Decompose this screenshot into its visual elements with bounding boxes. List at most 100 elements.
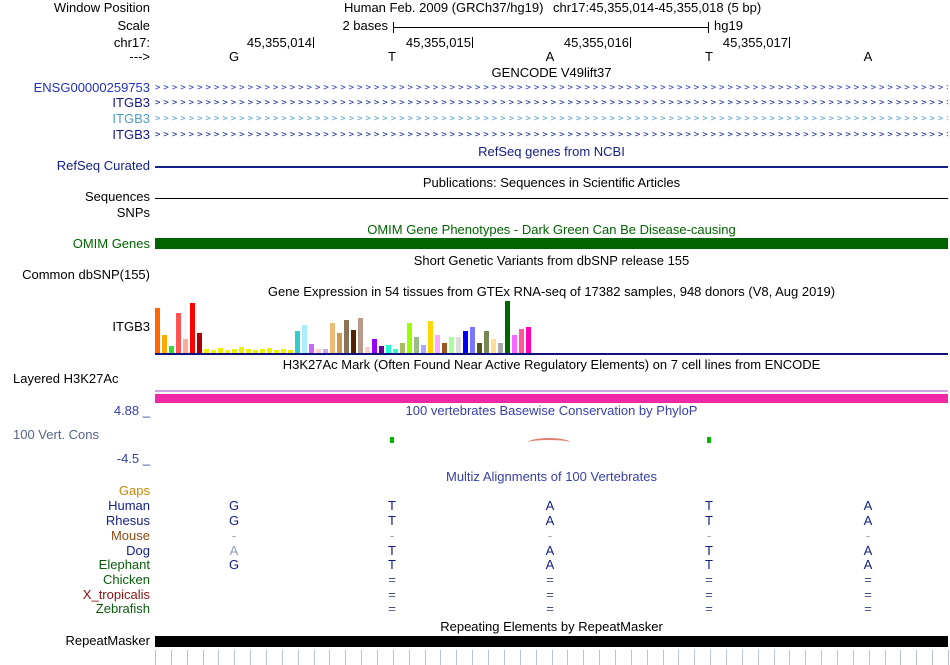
multiz-species-label[interactable]: Mouse	[0, 529, 150, 543]
sequences-item-line[interactable]	[155, 198, 948, 199]
alignment-base: A	[541, 558, 559, 572]
gtex-expression-bar	[295, 331, 300, 353]
multiz-species-label[interactable]: Elephant	[0, 558, 150, 572]
gtex-expression-bar	[407, 323, 412, 353]
publications-track-title[interactable]: Publications: Sequences in Scientific Ar…	[155, 176, 948, 190]
repeatmasker-track-label[interactable]: RepeatMasker	[0, 634, 150, 648]
alignment-base: A	[541, 544, 559, 558]
alignment-base: -	[541, 529, 559, 543]
multiz-species-label[interactable]: Chicken	[0, 573, 150, 587]
repeatmasker-track-title[interactable]: Repeating Elements by RepeatMasker	[155, 620, 948, 634]
ruler-tick	[472, 37, 473, 48]
alignment-base: =	[700, 602, 718, 616]
gtex-expression-bar	[400, 343, 405, 353]
chromosome-label: chr17:	[0, 36, 150, 50]
gene-item-label[interactable]: ITGB3	[0, 96, 150, 110]
h3k27ac-layer-line[interactable]	[155, 390, 948, 392]
base-position-guide-tick	[678, 650, 679, 665]
multiz-species-label[interactable]: Rhesus	[0, 514, 150, 528]
base-position-guide-tick	[805, 650, 806, 665]
gtex-expression-bar	[442, 343, 447, 353]
ruler-tick	[789, 37, 790, 48]
alignment-base: =	[859, 588, 877, 602]
refseq-track-title[interactable]: RefSeq genes from NCBI	[155, 145, 948, 159]
alignment-base: T	[700, 499, 718, 513]
base-position-guide-tick	[567, 650, 568, 665]
base-position-guide-tick	[789, 650, 790, 665]
gtex-expression-bar	[456, 337, 461, 353]
transcript-arrow-line[interactable]: >>>>>>>>>>>>>>>>>>>>>>>>>>>>>>>>>>>>>>>>…	[155, 83, 948, 93]
base-position-guide-tick	[837, 650, 838, 665]
gene-item-label[interactable]: ENSG00000259753	[0, 81, 150, 95]
base-position-guide-tick	[774, 650, 775, 665]
multiz-species-label[interactable]: X_tropicalis	[0, 588, 150, 602]
base-position-guide-tick	[742, 650, 743, 665]
reference-base: A	[859, 50, 877, 64]
transcript-arrow-line[interactable]: >>>>>>>>>>>>>>>>>>>>>>>>>>>>>>>>>>>>>>>>…	[155, 98, 948, 108]
alignment-base: T	[383, 499, 401, 513]
snps-track-label[interactable]: SNPs	[0, 206, 150, 220]
repeatmasker-bar[interactable]	[155, 636, 948, 647]
sequences-item-label[interactable]: Sequences	[0, 190, 150, 204]
gtex-expression-bar	[435, 335, 440, 353]
alignment-base: =	[541, 573, 559, 587]
gtex-expression-bar	[379, 346, 384, 353]
gtex-expression-bar	[372, 339, 377, 353]
base-position-guide-tick	[345, 650, 346, 665]
dbsnp-track-label[interactable]: Common dbSNP(155)	[0, 268, 150, 282]
phylop-track-label[interactable]: 100 Vert. Cons	[0, 428, 150, 442]
gene-item-label[interactable]: ITGB3	[0, 112, 150, 126]
base-position-guide-tick	[900, 650, 901, 665]
base-position-guide-tick	[472, 650, 473, 665]
refseq-gene-line[interactable]	[155, 166, 948, 168]
alignment-base: T	[700, 514, 718, 528]
omim-track-title[interactable]: OMIM Gene Phenotypes - Dark Green Can Be…	[155, 223, 948, 237]
alignment-base: T	[383, 558, 401, 572]
gtex-expression-bar	[512, 335, 517, 353]
base-position-guide-tick	[377, 650, 378, 665]
gtex-expression-bar	[484, 331, 489, 353]
h3k27ac-track-title[interactable]: H3K27Ac Mark (Often Found Near Active Re…	[155, 358, 948, 372]
gene-item-label[interactable]: ITGB3	[0, 128, 150, 142]
alignment-base: =	[383, 602, 401, 616]
transcript-arrow-line[interactable]: >>>>>>>>>>>>>>>>>>>>>>>>>>>>>>>>>>>>>>>>…	[155, 130, 948, 140]
gtex-expression-bar	[309, 344, 314, 353]
gencode-track-title[interactable]: GENCODE V49lift37	[155, 66, 948, 80]
alignment-base: -	[859, 529, 877, 543]
omim-genes-label[interactable]: OMIM Genes	[0, 237, 150, 251]
base-position-guide-tick	[488, 650, 489, 665]
gtex-expression-bar	[505, 301, 510, 353]
gtex-expression-bar	[477, 343, 482, 353]
gtex-expression-bar	[190, 303, 195, 353]
gtex-expression-chart[interactable]	[155, 301, 534, 353]
h3k27ac-track-label[interactable]: Layered H3K27Ac	[0, 372, 150, 386]
gtex-expression-bar	[169, 346, 174, 353]
multiz-species-label[interactable]: Gaps	[0, 484, 150, 498]
h3k27ac-signal-band[interactable]	[155, 394, 948, 403]
gtex-track-title[interactable]: Gene Expression in 54 tissues from GTEx …	[155, 285, 948, 299]
window-position-label: Window Position	[0, 1, 150, 15]
multiz-species-label[interactable]: Dog	[0, 544, 150, 558]
base-position-guide-tick	[583, 650, 584, 665]
refseq-curated-label[interactable]: RefSeq Curated	[0, 159, 150, 173]
base-position-guide-tick	[599, 650, 600, 665]
base-position-guide-tick	[869, 650, 870, 665]
base-position-guide-tick	[361, 650, 362, 665]
multiz-species-label[interactable]: Human	[0, 499, 150, 513]
dbsnp-track-title[interactable]: Short Genetic Variants from dbSNP releas…	[155, 254, 948, 268]
gtex-expression-bar	[337, 333, 342, 353]
phylop-track-title[interactable]: 100 vertebrates Basewise Conservation by…	[155, 404, 948, 418]
omim-gene-bar[interactable]	[155, 238, 948, 249]
alignment-base: A	[859, 499, 877, 513]
base-position-guide-tick	[266, 650, 267, 665]
gtex-expression-bar	[463, 331, 468, 353]
base-position-guide-tick	[726, 650, 727, 665]
multiz-species-label[interactable]: Zebrafish	[0, 602, 150, 616]
alignment-base: G	[225, 499, 243, 513]
alignment-base: G	[225, 514, 243, 528]
gtex-gene-label[interactable]: ITGB3	[0, 320, 150, 334]
base-position-guide-tick	[187, 650, 188, 665]
multiz-track-title[interactable]: Multiz Alignments of 100 Vertebrates	[155, 470, 948, 484]
transcript-arrow-line[interactable]: >>>>>>>>>>>>>>>>>>>>>>>>>>>>>>>>>>>>>>>>…	[155, 114, 948, 124]
base-position-guide-tick	[314, 650, 315, 665]
